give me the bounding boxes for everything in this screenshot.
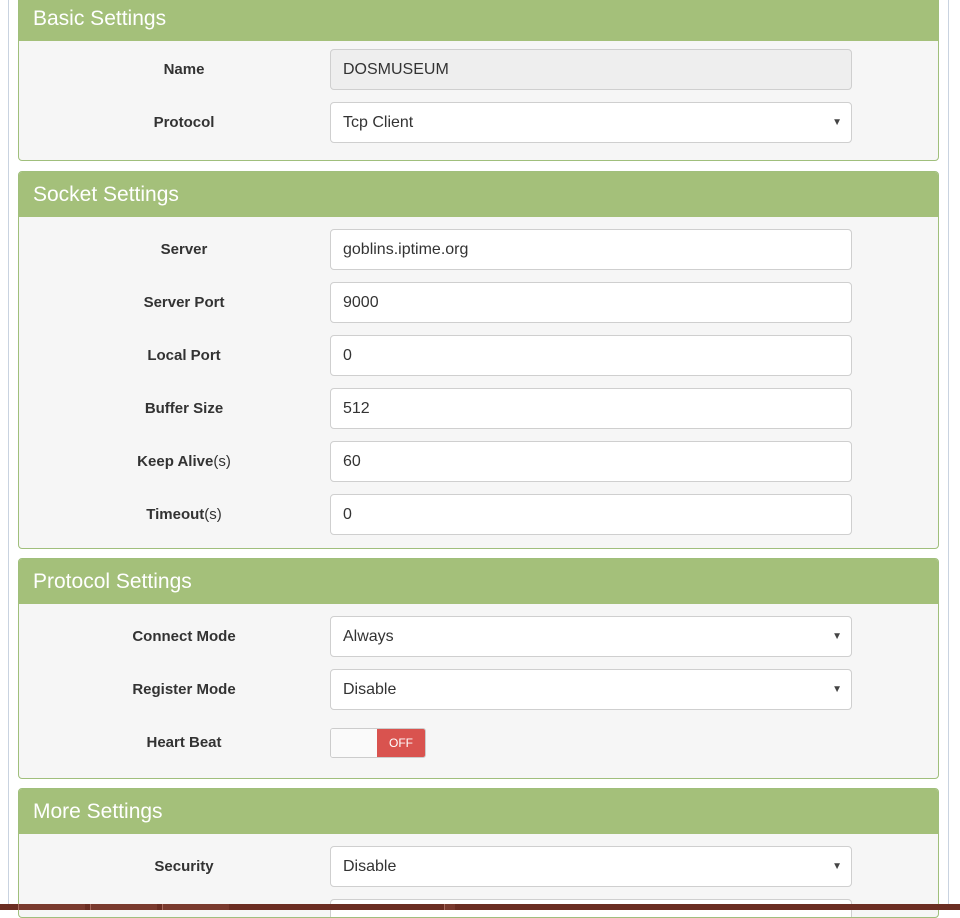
- chevron-down-icon: ▼: [832, 684, 842, 695]
- basic-settings-title: Basic Settings: [19, 0, 938, 41]
- protocol-row: Protocol Tcp Client ▼: [19, 102, 938, 144]
- protocol-settings-panel: Protocol Settings Connect Mode Always ▼ …: [18, 558, 939, 779]
- taskbar-button[interactable]: [162, 904, 229, 910]
- name-row: Name DOSMUSEUM: [19, 49, 938, 91]
- toggle-knob: [331, 729, 378, 757]
- timeout-row: Timeout(s) 0: [19, 494, 938, 536]
- connect-mode-select[interactable]: Always ▼: [330, 616, 852, 657]
- buffer-size-label: Buffer Size: [144, 400, 224, 417]
- connect-mode-select-value: Always: [343, 628, 394, 645]
- taskbar: [0, 904, 960, 910]
- local-port-label: Local Port: [147, 347, 221, 364]
- server-label: Server: [160, 241, 208, 258]
- keep-alive-input[interactable]: 60: [330, 441, 852, 482]
- connect-mode-row: Connect Mode Always ▼: [19, 616, 938, 658]
- taskbar-button[interactable]: [18, 904, 85, 910]
- name-field[interactable]: DOSMUSEUM: [330, 49, 852, 90]
- basic-settings-panel: Basic Settings Name DOSMUSEUM Protocol T…: [18, 0, 939, 161]
- taskbar-button[interactable]: [90, 904, 157, 910]
- timeout-label-text: Timeout: [146, 506, 205, 523]
- timeout-unit: (s): [204, 506, 222, 523]
- buffer-size-row: Buffer Size 512: [19, 388, 938, 430]
- server-port-input[interactable]: 9000: [330, 282, 852, 323]
- name-label: Name: [163, 61, 205, 78]
- local-port-row: Local Port 0: [19, 335, 938, 377]
- toggle-off-label: OFF: [377, 729, 425, 757]
- server-input[interactable]: goblins.iptime.org: [330, 229, 852, 270]
- security-label: Security: [154, 858, 214, 875]
- local-port-input[interactable]: 0: [330, 335, 852, 376]
- protocol-label: Protocol: [153, 114, 215, 131]
- timeout-label: Timeout(s): [19, 494, 349, 536]
- heart-beat-row: Heart Beat OFF: [19, 722, 938, 764]
- socket-settings-panel: Socket Settings Server goblins.iptime.or…: [18, 171, 939, 549]
- heart-beat-toggle[interactable]: OFF: [330, 728, 426, 758]
- more-settings-title: More Settings: [19, 789, 938, 834]
- timeout-input[interactable]: 0: [330, 494, 852, 535]
- taskbar-button[interactable]: [444, 904, 455, 910]
- chevron-down-icon: ▼: [832, 861, 842, 872]
- register-mode-label: Register Mode: [132, 681, 236, 698]
- protocol-settings-title: Protocol Settings: [19, 559, 938, 604]
- page-frame-right: [948, 0, 949, 904]
- socket-settings-title: Socket Settings: [19, 172, 938, 217]
- page-frame-left: [8, 0, 9, 904]
- server-port-row: Server Port 9000: [19, 282, 938, 324]
- security-select-value: Disable: [343, 858, 397, 875]
- connect-mode-label: Connect Mode: [132, 628, 236, 645]
- chevron-down-icon: ▼: [832, 117, 842, 128]
- security-row: Security Disable ▼: [19, 846, 938, 888]
- register-mode-row: Register Mode Disable ▼: [19, 669, 938, 711]
- chevron-down-icon: ▼: [832, 631, 842, 642]
- keep-alive-label-text: Keep Alive: [137, 453, 214, 470]
- keep-alive-label: Keep Alive(s): [19, 441, 349, 483]
- register-mode-select-value: Disable: [343, 681, 397, 698]
- server-row: Server goblins.iptime.org: [19, 229, 938, 271]
- keep-alive-row: Keep Alive(s) 60: [19, 441, 938, 483]
- buffer-size-input[interactable]: 512: [330, 388, 852, 429]
- more-settings-panel: More Settings Security Disable ▼: [18, 788, 939, 918]
- server-port-label: Server Port: [143, 294, 225, 311]
- keep-alive-unit: (s): [213, 453, 231, 470]
- protocol-select-value: Tcp Client: [343, 114, 414, 131]
- security-select[interactable]: Disable ▼: [330, 846, 852, 887]
- protocol-select[interactable]: Tcp Client ▼: [330, 102, 852, 143]
- heart-beat-label: Heart Beat: [146, 734, 222, 751]
- register-mode-select[interactable]: Disable ▼: [330, 669, 852, 710]
